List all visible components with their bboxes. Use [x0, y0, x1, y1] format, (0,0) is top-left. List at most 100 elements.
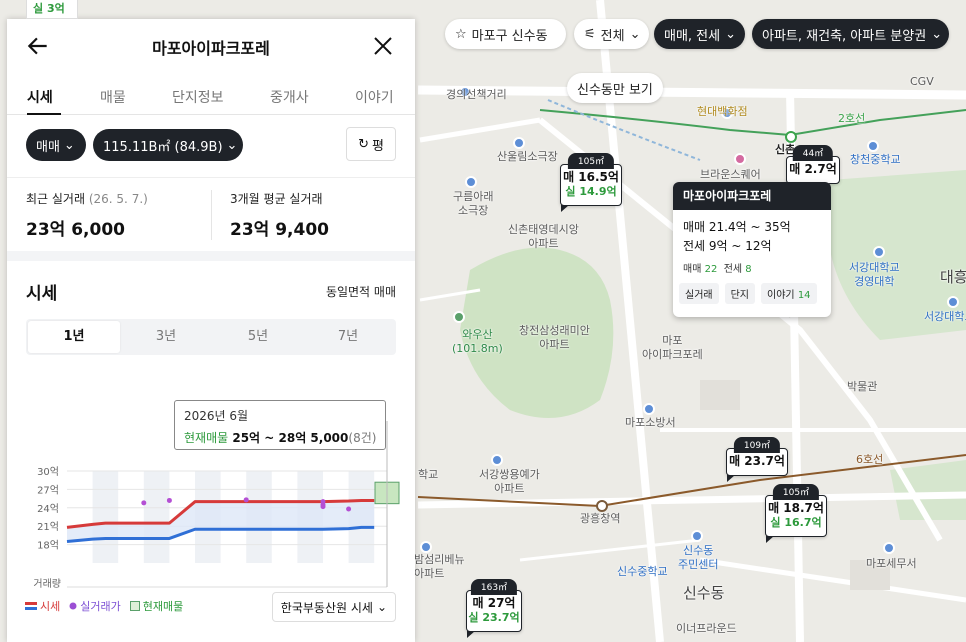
- map-label-museum: 박물관: [847, 380, 878, 393]
- popup-sale-range: 매매 21.4억 ~ 35억: [683, 220, 791, 234]
- region-chip[interactable]: ☆ 마포구 신수동: [445, 19, 566, 49]
- map-label-sogang-business: 서강대학교 경영대학: [849, 261, 900, 288]
- legend-sise-swatch: [25, 602, 37, 610]
- period-5y[interactable]: 5년: [212, 321, 304, 353]
- chart-band: [92, 471, 119, 563]
- same-area-sale-link[interactable]: 동일면적 매매: [326, 283, 396, 300]
- tooltip-count: (8건): [348, 431, 377, 445]
- period-selector: 1년 3년 5년 7년: [26, 319, 396, 355]
- map-label-gwangheungchang: 광흥창역: [580, 512, 621, 525]
- real-deal-point: [320, 504, 326, 510]
- map-label-fire-station: 마포소방서: [625, 416, 676, 429]
- popup-real-button[interactable]: 실거래: [679, 283, 719, 304]
- chart-band: [143, 471, 170, 563]
- map-label-line2: 2호선: [838, 112, 866, 125]
- popup-jeonse-count: 8: [745, 264, 752, 275]
- map-label-mapo-tax: 마포세무서: [866, 557, 917, 570]
- map-marker[interactable]: 105㎡ 매 16.5억 실 14.9억: [560, 153, 622, 212]
- filter-icon: ⚟: [584, 26, 596, 42]
- sinsu-only-label: 신수동만 보기: [577, 82, 653, 98]
- poi-dot: [643, 403, 655, 415]
- marker-area: 44㎡: [792, 145, 834, 161]
- popup-complex-button[interactable]: 단지: [724, 283, 756, 304]
- map-label-sinsu-dong: 신수동: [683, 584, 725, 602]
- station-gwangheungchang[interactable]: [596, 500, 608, 512]
- chevron-down-icon: ⌄: [629, 26, 641, 42]
- y-tick-label: 27억: [37, 484, 59, 496]
- poi-dot: [420, 541, 432, 553]
- legend-sise-label: 시세: [40, 600, 61, 613]
- source-dropdown[interactable]: 한국부동산원 시세 ⌄: [271, 592, 396, 622]
- avg-deal-value: 23억 9,400: [230, 220, 329, 240]
- legend-sise: 시세: [25, 598, 60, 614]
- map-label-daeheung: 대흥: [940, 268, 966, 286]
- panel-filters: 매매 ⌄ 115.11B㎡ (84.9B) ⌄ ↻ 평: [7, 127, 415, 167]
- recent-deal-value: 23억 6,000: [26, 220, 125, 240]
- complex-popup[interactable]: 마포아이파크포레 매매 21.4억 ~ 35억 전세 9억 ~ 12억 매매 2…: [673, 182, 831, 317]
- source-label: 한국부동산원 시세: [280, 600, 373, 615]
- tab-sise[interactable]: 시세: [27, 87, 53, 107]
- legend-current-swatch: [129, 601, 140, 611]
- period-1y[interactable]: 1년: [28, 321, 120, 353]
- map-label-sinsu-middle: 신수중학교: [617, 565, 668, 578]
- marker-area: 109㎡: [733, 437, 781, 453]
- legend-current: 현재매물: [129, 598, 184, 614]
- map-label-mapo-ipark: 마포 아이파크포레: [642, 334, 703, 361]
- poi-dot: [883, 542, 895, 554]
- tab-agents[interactable]: 중개사: [270, 87, 309, 107]
- popup-counts: 매매 22 전세 8: [673, 260, 831, 275]
- real-deal-point: [346, 506, 352, 512]
- filter-all-chip[interactable]: ⚟ 전체 ⌄: [574, 19, 649, 49]
- map-marker[interactable]: 105㎡ 매 18.7억 실 16.7억: [765, 484, 827, 543]
- marker-tail: [727, 475, 735, 482]
- legend-current-label: 현재매물: [142, 600, 184, 613]
- deal-type-label: 매매, 전세: [664, 28, 721, 44]
- popup-story-button[interactable]: 이야기 14: [761, 283, 817, 304]
- tab-stories[interactable]: 이야기: [355, 87, 394, 107]
- recent-deal-label: 최근 실거래 (26. 5. 7.): [26, 190, 148, 207]
- period-3y[interactable]: 3년: [120, 321, 212, 353]
- station-sinchon[interactable]: [785, 131, 797, 143]
- map-label-cgv: CGV: [910, 75, 934, 88]
- map-marker[interactable]: 109㎡ 매 23.7억: [726, 437, 788, 482]
- area-value: 115.11B㎡ (84.9B): [103, 139, 223, 155]
- close-icon[interactable]: [371, 34, 395, 58]
- deal-type-chip[interactable]: 매매, 전세 ⌄: [654, 19, 745, 49]
- map-label-hyundai: 현대백화점: [697, 105, 748, 118]
- property-type-chip[interactable]: 아파트, 재건축, 아파트 분양권 ⌄: [752, 19, 949, 49]
- deal-type-value: 매매: [36, 139, 60, 155]
- marker-area: 105㎡: [567, 153, 615, 169]
- popup-story-count: 14: [797, 290, 811, 301]
- map-marker[interactable]: 44㎡ 매 2.7억: [786, 145, 840, 190]
- popup-story-label: 이야기: [767, 290, 795, 301]
- tab-listings[interactable]: 매물: [100, 87, 126, 107]
- area-dropdown[interactable]: 115.11B㎡ (84.9B) ⌄: [93, 129, 243, 161]
- poi-dot: [691, 530, 703, 542]
- panel-header: 마포아이파크포레: [7, 19, 415, 73]
- tooltip-label: 현재매물: [184, 431, 229, 445]
- real-deal-point: [141, 500, 147, 506]
- property-type-label: 아파트, 재건축, 아파트 분양권: [762, 28, 927, 44]
- popup-sale-count-label: 매매: [683, 264, 702, 275]
- tab-complex-info[interactable]: 단지정보: [172, 87, 224, 107]
- y-tick-label: 24억: [37, 503, 59, 515]
- popup-jeonse-range: 전세 9억 ~ 12억: [683, 239, 772, 253]
- popup-title: 마포아이파크포레: [673, 182, 831, 210]
- pyeong-toggle[interactable]: ↻ 평: [346, 127, 396, 161]
- marker-area: 105㎡: [772, 484, 820, 500]
- marker-real: 실 23.7억: [468, 611, 520, 624]
- legend-real-label: 실거래가: [80, 600, 121, 613]
- poi-dot: [491, 454, 503, 466]
- tooltip-detail: 현재매물 25억 ~ 28억 5,000(8건): [184, 429, 376, 446]
- poi-dot: [513, 137, 525, 149]
- marker-tail: [561, 205, 569, 212]
- marker-tail: [467, 631, 475, 638]
- legend-real: 실거래가: [69, 598, 121, 614]
- recent-label-text: 최근 실거래: [26, 192, 86, 206]
- deal-type-dropdown[interactable]: 매매 ⌄: [26, 129, 86, 161]
- sinsu-only-chip[interactable]: 신수동만 보기: [567, 73, 663, 103]
- map-label-taeyoung: 신촌태영데시앙 아파트: [508, 223, 579, 250]
- map-marker[interactable]: 163㎡ 매 27억 실 23.7억: [466, 579, 522, 638]
- period-7y[interactable]: 7년: [302, 321, 394, 353]
- tooltip-date: 2026년 6월: [184, 409, 249, 423]
